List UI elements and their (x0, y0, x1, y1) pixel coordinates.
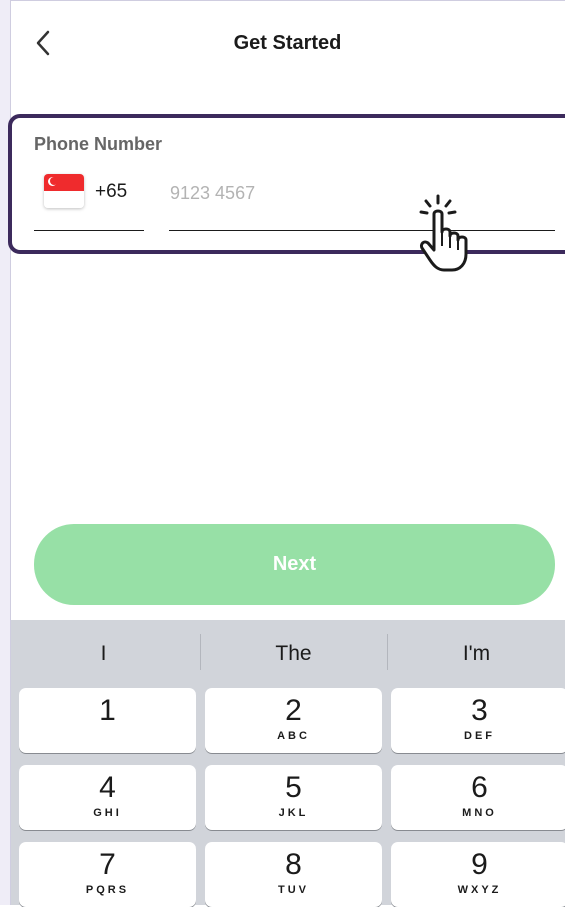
key-2[interactable]: 2 ABC (205, 688, 382, 753)
key-digit: 5 (285, 771, 302, 804)
page-title: Get Started (233, 32, 342, 54)
key-1[interactable]: 1 (19, 688, 196, 753)
key-3[interactable]: 3 DEF (391, 688, 565, 753)
key-letters: TUV (278, 884, 309, 896)
suggestion-bar: I The I'm (11, 620, 565, 688)
suggestion-item[interactable]: The (201, 620, 386, 688)
key-digit: 3 (471, 694, 488, 727)
suggestion-item[interactable]: I (11, 620, 196, 688)
phone-number-label: Phone Number (34, 134, 163, 154)
key-digit: 8 (285, 848, 302, 881)
key-6[interactable]: 6 MNO (391, 765, 565, 830)
key-letters: JKL (278, 807, 309, 819)
tap-hand-cursor-icon (419, 194, 468, 272)
suggestion-item[interactable]: I'm (388, 620, 565, 688)
key-4[interactable]: 4 GHI (19, 765, 196, 830)
phone-input-underline (169, 230, 555, 231)
country-code-underline (34, 230, 144, 231)
key-8[interactable]: 8 TUV (205, 842, 382, 907)
key-letters: ABC (277, 730, 310, 742)
key-digit: 4 (99, 771, 116, 804)
phone-number-input[interactable] (170, 180, 410, 206)
key-7[interactable]: 7 PQRS (19, 842, 196, 907)
key-digit: 1 (99, 694, 116, 727)
country-code[interactable]: +65 (95, 181, 127, 203)
key-digit: 6 (471, 771, 488, 804)
next-button[interactable]: Next (34, 524, 555, 605)
singapore-flag-icon[interactable] (44, 174, 84, 208)
key-letters: DEF (464, 730, 495, 742)
key-letters: MNO (462, 807, 497, 819)
key-digit: 2 (285, 694, 302, 727)
key-digit: 7 (99, 848, 116, 881)
key-letters: PQRS (85, 884, 130, 896)
top-frame-edge (10, 0, 565, 1)
key-9[interactable]: 9 WXYZ (391, 842, 565, 907)
key-letters: GHI (93, 807, 122, 819)
key-letters: WXYZ (457, 884, 502, 896)
key-digit: 9 (471, 848, 488, 881)
key-5[interactable]: 5 JKL (205, 765, 382, 830)
numeric-keyboard: I The I'm 1 2 ABC 3 DEF 4 GHI 5 JKL 6 MN… (11, 620, 565, 907)
